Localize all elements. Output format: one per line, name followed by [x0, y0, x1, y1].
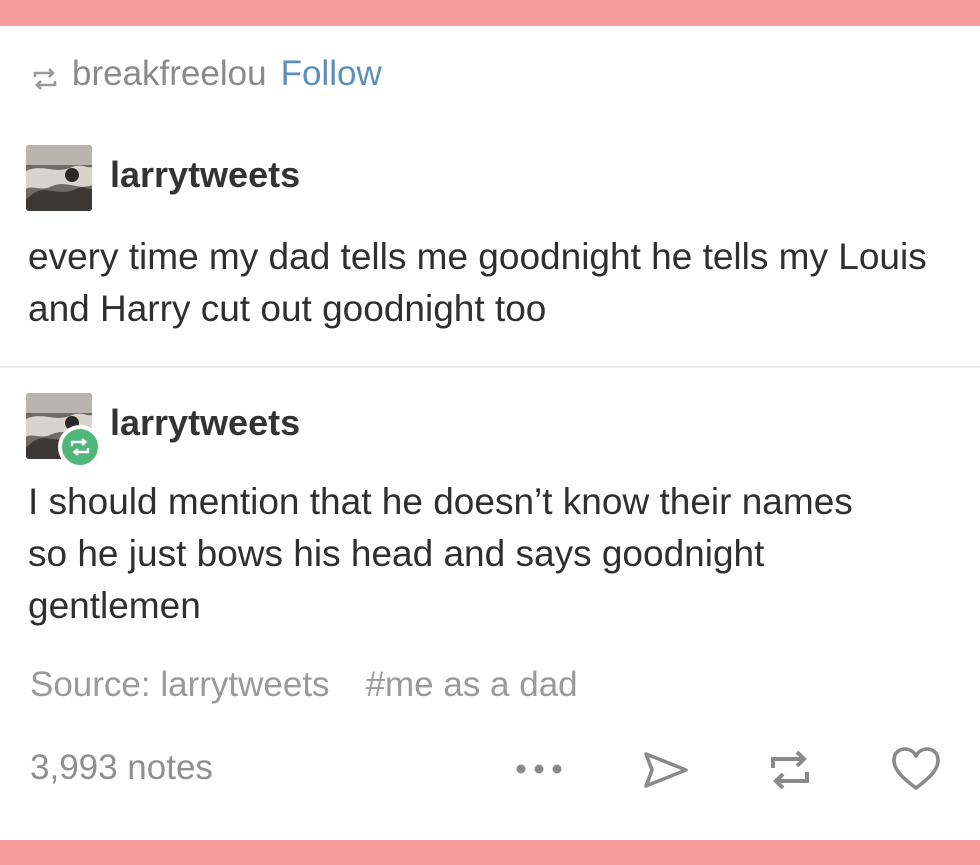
post-divider — [0, 366, 980, 368]
share-icon[interactable] — [638, 746, 694, 794]
post-username[interactable]: larrytweets — [110, 154, 300, 196]
avatar[interactable] — [26, 145, 92, 211]
reblog-badge-icon — [58, 425, 102, 469]
post-text: every time my dad tells me goodnight he … — [28, 236, 927, 329]
tag-link[interactable]: #me as a dad — [366, 665, 578, 705]
bottom-pink-band — [0, 840, 980, 865]
reblog-icon[interactable] — [762, 744, 818, 796]
more-icon[interactable] — [515, 754, 565, 784]
source-link[interactable]: Source: larrytweets — [30, 665, 330, 705]
post-actions — [0, 740, 980, 800]
post-username[interactable]: larrytweets — [110, 402, 300, 444]
source-line: Source: larrytweets #me as a dad — [30, 665, 578, 705]
reblog-icon — [30, 61, 60, 90]
follow-button[interactable]: Follow — [281, 54, 382, 94]
reblogger-username[interactable]: breakfreelou — [72, 54, 267, 94]
like-icon[interactable] — [888, 742, 944, 796]
post-text: I should mention that he doesn’t know th… — [28, 481, 853, 626]
top-pink-band — [0, 0, 980, 26]
reblog-header: breakfreelou Follow — [30, 52, 382, 96]
